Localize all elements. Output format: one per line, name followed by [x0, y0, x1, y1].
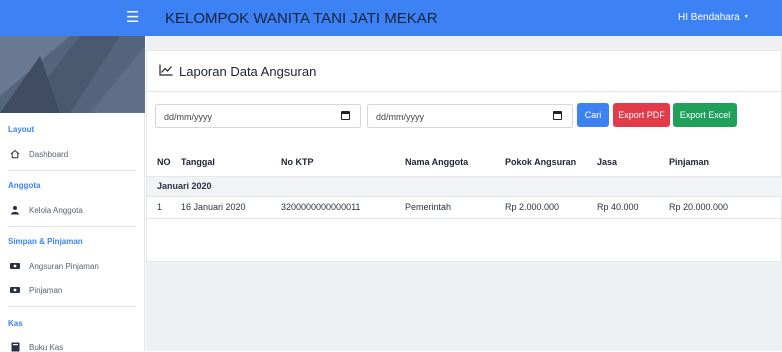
brand-title[interactable]: KELOMPOK WANITA TANI JATI MEKAR — [165, 10, 438, 27]
home-icon — [10, 149, 20, 159]
group-label: Januari 2020 — [147, 176, 782, 197]
sidebar-item-label: Angsuran Pinjaman — [29, 261, 99, 271]
sidebar-item-angsuran-pinjaman[interactable]: Angsuran Pinjaman — [10, 261, 99, 271]
line-chart-icon — [159, 64, 179, 79]
sidebar-divider — [8, 306, 136, 307]
sidebar-item-pinjaman[interactable]: Pinjaman — [10, 285, 62, 295]
money-icon — [10, 261, 20, 271]
chevron-down-icon: ▾ — [744, 14, 748, 20]
column-header-no-ktp: No KTP — [281, 149, 405, 177]
sidebar-divider — [8, 226, 136, 227]
sidebar: Layout Dashboard Anggota Kelola Anggota … — [0, 36, 145, 352]
column-header-pokok-angsuran: Pokok Angsuran — [505, 149, 597, 177]
sidebar-item-label: Buku Kas — [29, 342, 64, 352]
calendar-icon[interactable] — [553, 111, 562, 120]
page-title-text: Laporan Data Angsuran — [179, 64, 317, 79]
calendar-icon[interactable] — [341, 111, 350, 120]
sidebar-item-label: Pinjaman — [29, 285, 63, 295]
cell-tanggal: 16 Januari 2020 — [181, 196, 281, 219]
table-header-row: NO Tanggal No KTP Nama Anggota Pokok Ang… — [147, 149, 782, 177]
money-icon — [10, 285, 20, 295]
table-group-row: Januari 2020 — [147, 176, 782, 197]
sidebar-item-kelola-anggota[interactable]: Kelola Anggota — [10, 205, 83, 215]
cell-no-ktp: 3200000000000011 — [281, 196, 405, 219]
search-button[interactable]: Cari — [577, 103, 609, 127]
sidebar-section-anggota: Anggota — [8, 181, 41, 190]
cell-pokok-angsuran: Rp 2.000.000 — [505, 196, 597, 219]
sidebar-item-dashboard[interactable]: Dashboard — [10, 149, 68, 159]
cell-no: 1 — [147, 196, 181, 219]
export-excel-button[interactable]: Export Excel — [673, 103, 737, 127]
sidebar-section-kas: Kas — [8, 319, 23, 328]
start-date-input[interactable]: dd/mm/yyyy — [155, 104, 361, 128]
start-date-value: dd/mm/yyyy — [164, 112, 213, 122]
end-date-input[interactable]: dd/mm/yyyy — [367, 104, 573, 128]
export-pdf-button[interactable]: Export PDF — [613, 103, 670, 127]
sidebar-banner-image — [0, 36, 145, 113]
report-card: Laporan Data Angsuran dd/mm/yyyy dd/mm/y… — [146, 50, 782, 262]
column-header-pinjaman: Pinjaman — [669, 149, 782, 177]
user-icon — [10, 205, 20, 215]
sidebar-section-simpan-pinjaman: Simpan & Pinjaman — [8, 237, 83, 246]
user-menu[interactable]: HI Bendahara ▾ — [678, 12, 748, 23]
sidebar-divider — [8, 170, 136, 171]
page-title: Laporan Data Angsuran — [159, 64, 316, 79]
sidebar-item-label: Dashboard — [29, 149, 69, 159]
cell-nama-anggota: Pemerintah — [405, 196, 505, 219]
angsuran-table: NO Tanggal No KTP Nama Anggota Pokok Ang… — [147, 149, 782, 219]
cell-jasa: Rp 40.000 — [597, 196, 669, 219]
hamburger-icon[interactable]: ☰ — [126, 9, 139, 27]
sidebar-item-label: Kelola Anggota — [29, 205, 83, 215]
column-header-tanggal: Tanggal — [181, 149, 281, 177]
column-header-jasa: Jasa — [597, 149, 669, 177]
column-header-nama-anggota: Nama Anggota — [405, 149, 505, 177]
column-header-no: NO — [147, 149, 181, 177]
user-name: HI Bendahara — [678, 12, 740, 23]
sidebar-section-layout: Layout — [8, 125, 35, 134]
card-divider — [147, 91, 782, 92]
top-navbar: ☰ KELOMPOK WANITA TANI JATI MEKAR HI Ben… — [0, 0, 782, 36]
cell-pinjaman: Rp 20.000.000 — [669, 196, 782, 219]
table-row: 1 16 Januari 2020 3200000000000011 Pemer… — [147, 196, 782, 219]
main-content: Laporan Data Angsuran dd/mm/yyyy dd/mm/y… — [146, 36, 782, 351]
end-date-value: dd/mm/yyyy — [376, 112, 425, 122]
